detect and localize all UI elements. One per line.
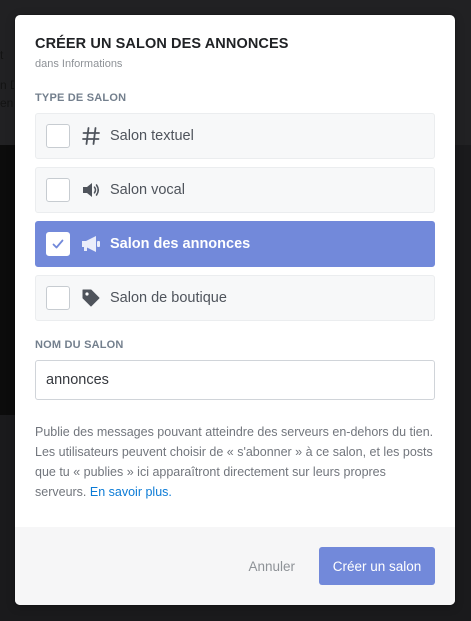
tag-icon (80, 287, 102, 309)
checkmark-icon (52, 239, 64, 249)
channel-type-checkbox[interactable] (46, 178, 70, 202)
hash-icon (80, 125, 102, 147)
channel-type-checkbox-checked[interactable] (46, 232, 70, 256)
channel-type-announcement[interactable]: Salon des annonces (35, 221, 435, 267)
cancel-button[interactable]: Annuler (248, 559, 295, 574)
channel-type-checkbox[interactable] (46, 286, 70, 310)
channel-type-label-store: Salon de boutique (110, 290, 227, 306)
channel-type-text[interactable]: Salon textuel (35, 113, 435, 159)
channel-type-label-text: Salon textuel (110, 128, 194, 144)
modal-footer: Annuler Créer un salon (15, 527, 455, 605)
channel-type-label-announcement: Salon des annonces (110, 236, 251, 252)
speaker-icon (80, 179, 102, 201)
create-channel-button[interactable]: Créer un salon (319, 547, 435, 585)
channel-type-label-voice: Salon vocal (110, 182, 185, 198)
megaphone-icon (80, 233, 102, 255)
modal-subtitle: dans Informations (35, 58, 123, 70)
channel-type-store[interactable]: Salon de boutique (35, 275, 435, 321)
modal-body: CRÉER UN SALON DES ANNONCES dans Informa… (15, 15, 455, 502)
channel-type-label: TYPE DE SALON (35, 92, 127, 104)
modal-title: CRÉER UN SALON DES ANNONCES (35, 36, 289, 52)
learn-more-link[interactable]: En savoir plus. (90, 485, 172, 499)
channel-type-voice[interactable]: Salon vocal (35, 167, 435, 213)
channel-type-checkbox[interactable] (46, 124, 70, 148)
channel-name-input[interactable] (35, 360, 435, 400)
create-channel-modal: CRÉER UN SALON DES ANNONCES dans Informa… (15, 15, 455, 605)
channel-description: Publie des messages pouvant atteindre de… (35, 422, 435, 502)
channel-name-label: NOM DU SALON (35, 339, 124, 351)
